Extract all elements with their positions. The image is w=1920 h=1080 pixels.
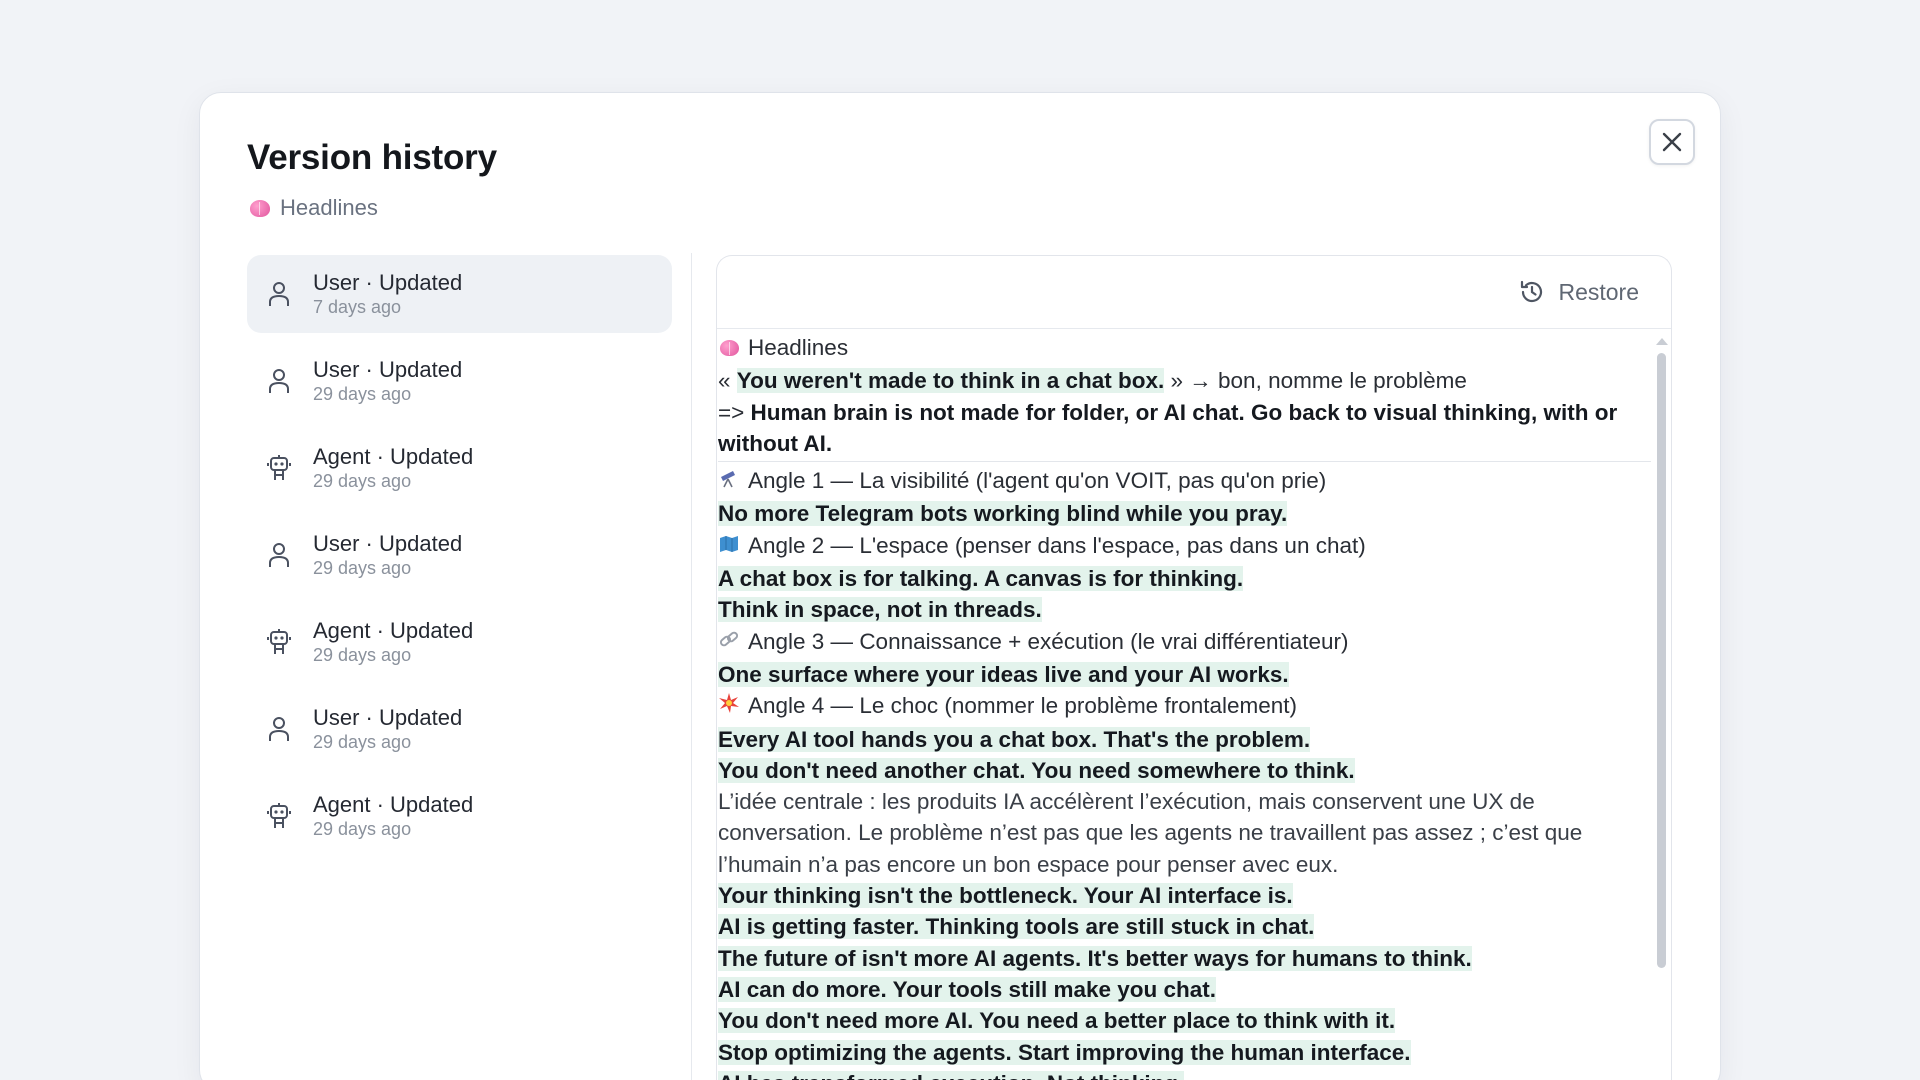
user-icon [265,715,293,743]
document-content: Headlines « You weren't made to think in… [717,332,1651,1080]
angle-text: Angle 4 — Le choc (nommer le problème fr… [748,693,1298,719]
user-icon [265,280,293,308]
brain-icon [718,334,740,365]
angle-heading: Angle 4 — Le choc (nommer le problème fr… [718,690,1651,723]
robot-icon [265,454,293,482]
version-time: 29 days ago [313,819,412,839]
version-preview-panel: Restore Headlines « You weren't made to … [716,255,1672,1080]
scroll-thumb[interactable] [1656,353,1666,968]
restore-icon [1521,280,1543,303]
version-time: 29 days ago [313,558,412,578]
scroll-up-icon[interactable] [1656,338,1668,345]
version-item[interactable]: User · Updated 7 days ago [247,255,672,333]
content-line: AI has transformed execution. Not thinki… [718,1068,1651,1080]
angle-heading: Angle 2 — L'espace (penser dans l'espace… [718,530,1651,563]
angle-heading: Angle 3 — Connaissance + exécution (le v… [718,626,1651,659]
content-heading: Headlines [748,335,849,360]
document-name: Headlines [280,195,378,220]
modal-title: Version history [247,138,497,177]
highlighted-text: The future of isn't more AI agents. It's… [718,945,1472,971]
version-item[interactable]: User · Updated 29 days ago [247,516,672,594]
link-icon [718,628,740,659]
version-item[interactable]: Agent · Updated 29 days ago [247,429,672,507]
content-line: Every AI tool hands you a chat box. That… [718,724,1651,755]
content-heading-line: Headlines [718,332,1651,365]
content-line: A chat box is for talking. A canvas is f… [718,563,1651,594]
brain-icon [250,199,270,217]
panel-divider [691,253,692,1080]
content-line: One surface where your ideas live and yo… [718,659,1651,690]
highlighted-text: AI is getting faster. Thinking tools are… [718,914,1315,940]
version-label: User · Updated [313,357,463,382]
collision-icon [718,692,740,723]
content-line: « You weren't made to think in a chat bo… [718,365,1651,396]
user-icon [265,367,293,395]
version-time: 29 days ago [313,732,412,752]
angle-heading: Angle 1 — La visibilité (l'agent qu'on V… [718,465,1651,498]
highlighted-text: A chat box is for talking. A canvas is f… [718,566,1244,592]
content-line: Stop optimizing the agents. Start improv… [718,1037,1651,1068]
highlighted-text: AI has transformed execution. Not thinki… [718,1070,1185,1080]
content-line: AI can do more. Your tools still make yo… [718,974,1651,1005]
highlighted-text: Stop optimizing the agents. Start improv… [718,1039,1411,1065]
close-icon [1662,132,1682,152]
content-line: The future of isn't more AI agents. It's… [718,943,1651,974]
version-label: User · Updated [313,705,463,730]
highlighted-text: Every AI tool hands you a chat box. That… [718,726,1311,752]
content-line: => Human brain is not made for folder, o… [718,397,1651,463]
content-text: => [718,399,751,425]
close-button[interactable] [1649,119,1695,165]
content-text: » → bon, nomme le problème [1164,368,1467,394]
version-item[interactable]: Agent · Updated 29 days ago [247,777,672,855]
content-line: Your thinking isn't the bottleneck. Your… [718,880,1651,911]
restore-label: Restore [1558,278,1639,305]
version-label: Agent · Updated [313,792,474,817]
angle-text: Angle 2 — L'espace (penser dans l'espace… [748,532,1366,558]
highlighted-text: One surface where your ideas live and yo… [718,661,1289,687]
version-label: User · Updated [313,270,463,295]
version-time: 29 days ago [313,384,412,404]
highlighted-text: Your thinking isn't the bottleneck. Your… [718,883,1293,909]
telescope-icon [718,467,740,498]
highlighted-text: No more Telegram bots working blind whil… [718,501,1288,527]
robot-icon [265,802,293,830]
angle-text: Angle 3 — Connaissance + exécution (le v… [748,628,1349,654]
user-icon [265,541,293,569]
version-label: Agent · Updated [313,444,474,469]
highlighted-text: You don't need another chat. You need so… [718,757,1355,783]
content-line: No more Telegram bots working blind whil… [718,498,1651,529]
content-line: You don't need more AI. You need a bette… [718,1005,1651,1036]
version-time: 7 days ago [313,297,402,317]
robot-icon [265,628,293,656]
bold-text: Human brain is not made for folder, or A… [718,399,1618,456]
preview-toolbar: Restore [717,256,1671,329]
version-history-modal: Version history Headlines User · Updated… [199,92,1721,1080]
version-time: 29 days ago [313,471,412,491]
version-item[interactable]: User · Updated 29 days ago [247,342,672,420]
content-line: Think in space, not in threads. [718,594,1651,625]
highlighted-text: You weren't made to think in a chat box. [736,368,1165,394]
quote-open: « [718,368,737,394]
version-item[interactable]: Agent · Updated 29 days ago [247,603,672,681]
document-chip: Headlines [250,195,378,221]
version-label: Agent · Updated [313,618,474,643]
restore-button[interactable]: Restore [1518,278,1639,306]
highlighted-text: You don't need more AI. You need a bette… [718,1008,1396,1034]
angle-text: Angle 1 — La visibilité (l'agent qu'on V… [748,468,1327,494]
highlighted-text: Think in space, not in threads. [718,597,1042,623]
highlighted-text: AI can do more. Your tools still make yo… [718,976,1217,1002]
idea-paragraph: L’idée centrale : les produits IA accélè… [718,789,1583,877]
content-line: You don't need another chat. You need so… [718,755,1651,786]
version-time: 29 days ago [313,645,412,665]
map-icon [718,532,740,563]
version-list: User · Updated 7 days ago User · Updated… [247,255,672,864]
content-scrollbar[interactable] [1656,338,1668,998]
version-label: User · Updated [313,531,463,556]
content-line: AI is getting faster. Thinking tools are… [718,911,1651,942]
version-item[interactable]: User · Updated 29 days ago [247,690,672,768]
